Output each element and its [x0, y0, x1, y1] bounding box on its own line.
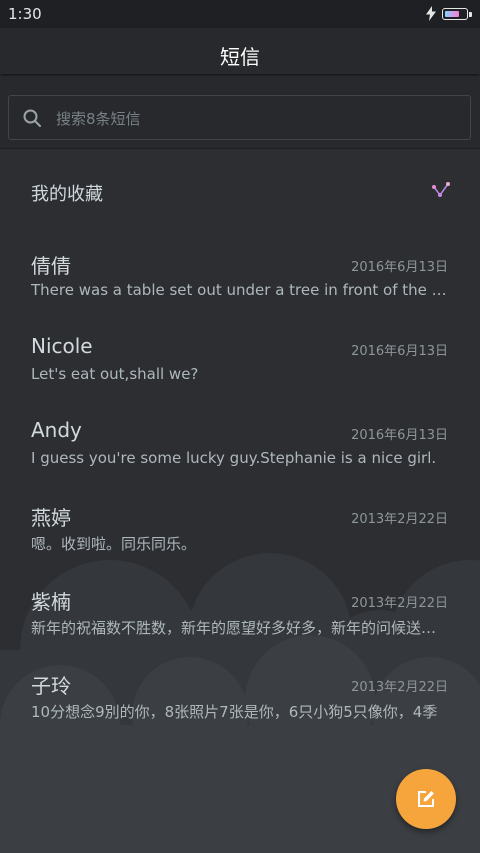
message-preview: 新年的祝福数不胜数，新年的愿望好多好多，新年的问候送给你: [31, 619, 449, 637]
favorites-label: 我的收藏: [31, 184, 103, 205]
message-sender: 子玲: [31, 674, 71, 698]
status-time: 1:30: [8, 5, 42, 23]
chart-icon: [432, 182, 450, 197]
message-date: 2013年2月22日: [351, 512, 448, 527]
message-preview: I guess you're some lucky guy.Stephanie …: [31, 449, 437, 467]
message-preview: 嗯。收到啦。同乐同乐。: [31, 535, 197, 553]
message-date: 2016年6月13日: [351, 260, 448, 275]
message-sender: 紫楠: [31, 590, 71, 614]
message-sender: 燕婷: [31, 506, 71, 530]
message-item[interactable]: 倩倩 2016年6月13日 There was a table set out …: [0, 234, 480, 318]
message-date: 2016年6月13日: [351, 344, 448, 359]
message-item[interactable]: 燕婷 2013年2月22日 嗯。收到啦。同乐同乐。: [0, 486, 480, 570]
message-sender: Nicole: [31, 334, 93, 358]
search-bar: [0, 76, 480, 149]
search-box[interactable]: [8, 95, 471, 141]
page-title: 短信: [220, 45, 260, 69]
message-item[interactable]: 子玲 2013年2月22日 10分想念9別的你，8张照片7张是你，6只小狗5只像…: [0, 654, 480, 738]
message-date: 2016年6月13日: [351, 428, 448, 443]
message-item[interactable]: Andy 2016年6月13日 I guess you're some luck…: [0, 402, 480, 486]
charging-icon: [426, 6, 436, 21]
message-sender: Andy: [31, 418, 82, 442]
message-preview: There was a table set out under a tree i…: [31, 281, 449, 299]
message-sender: 倩倩: [31, 254, 71, 278]
favorites-row[interactable]: 我的收藏: [0, 150, 480, 234]
message-date: 2013年2月22日: [351, 596, 448, 611]
status-bar: 1:30: [0, 0, 480, 28]
status-icons: [426, 6, 472, 21]
compose-icon: [418, 791, 434, 807]
message-item[interactable]: 紫楠 2013年2月22日 新年的祝福数不胜数，新年的愿望好多好多，新年的问候送…: [0, 570, 480, 654]
search-icon: [23, 109, 41, 127]
message-date: 2013年2月22日: [351, 680, 448, 695]
message-preview: Let's eat out,shall we?: [31, 365, 199, 383]
search-input[interactable]: [54, 96, 458, 141]
message-preview: 10分想念9別的你，8张照片7张是你，6只小狗5只像你，4季: [31, 703, 438, 721]
message-item[interactable]: Nicole 2016年6月13日 Let's eat out,shall we…: [0, 318, 480, 402]
battery-icon: [442, 7, 472, 20]
compose-button[interactable]: [396, 769, 456, 829]
app-header: 短信: [0, 28, 480, 74]
